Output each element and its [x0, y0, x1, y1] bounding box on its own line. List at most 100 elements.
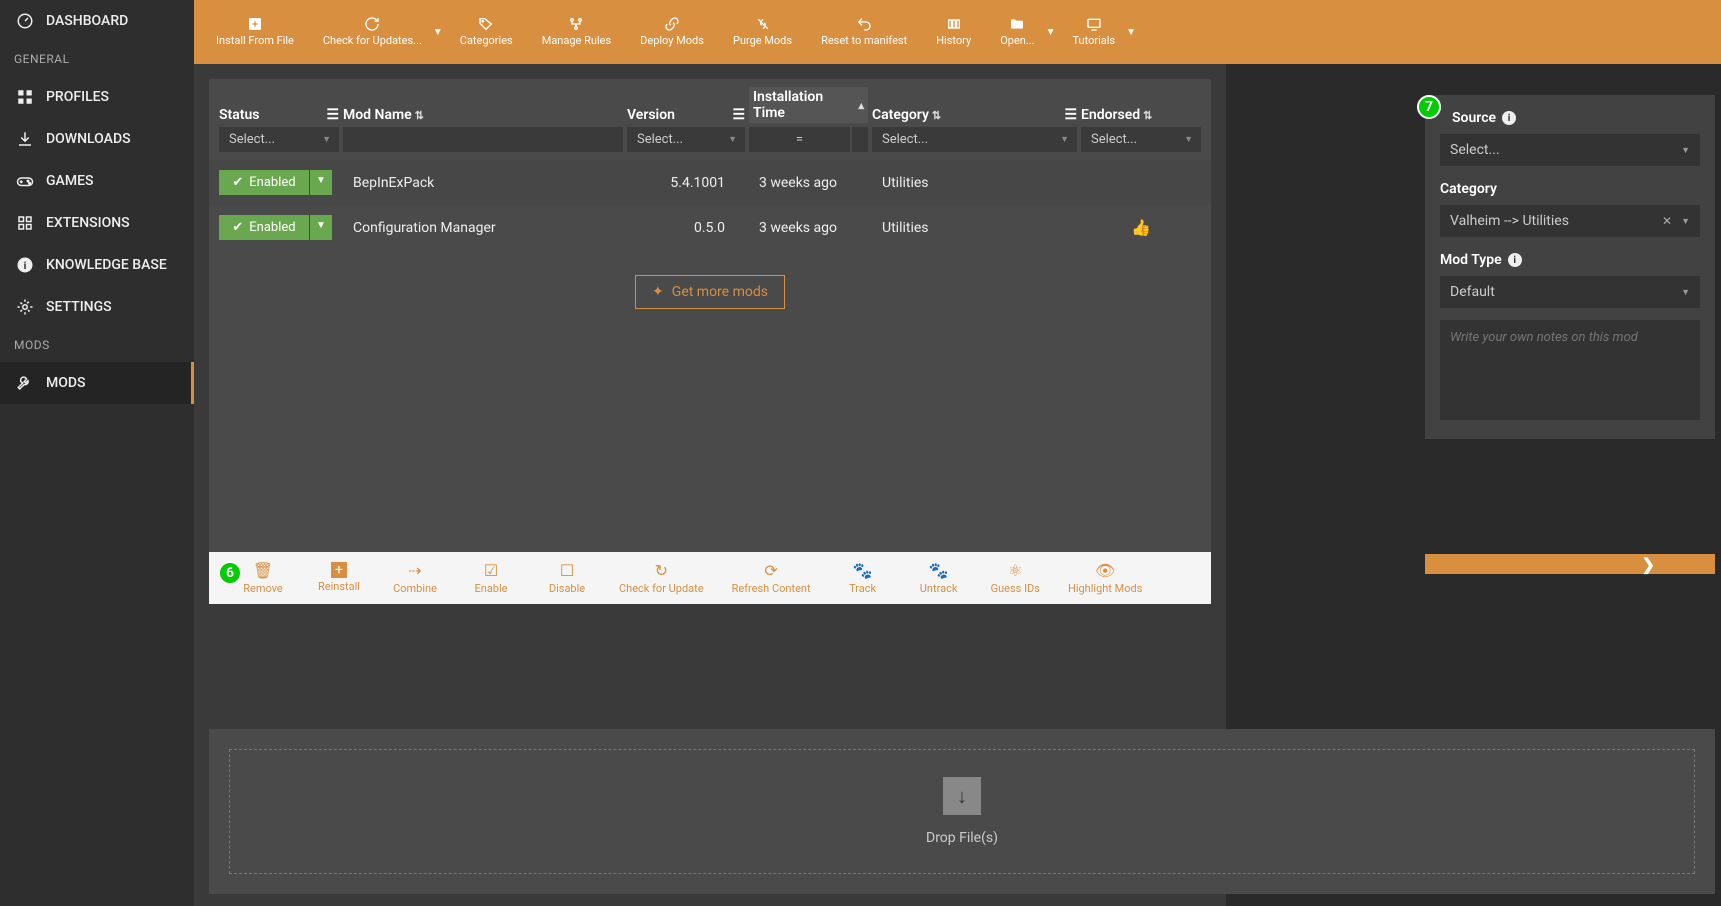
sidebar-item-mods[interactable]: MODS: [0, 362, 194, 404]
filter-modname[interactable]: [343, 127, 623, 152]
action-enable[interactable]: ☑Enable: [467, 561, 515, 595]
sort-icon[interactable]: ⇅: [932, 109, 941, 122]
chevron-down-icon[interactable]: ▼: [1126, 27, 1136, 38]
topbar-check-updates[interactable]: Check for Updates...: [311, 11, 434, 52]
topbar-reset-manifest[interactable]: Reset to manifest: [809, 11, 919, 52]
mod-endorsed[interactable]: 👍: [1081, 218, 1201, 237]
tag-icon: [478, 16, 494, 32]
sidebar-item-label: SETTINGS: [46, 299, 112, 315]
filter-installtime: =: [749, 127, 868, 152]
action-highlight-mods[interactable]: 👁Highlight Mods: [1068, 561, 1142, 595]
info-icon[interactable]: i: [1502, 111, 1516, 125]
eye-icon: 👁: [1095, 561, 1115, 580]
action-track[interactable]: 🐾Track: [839, 561, 887, 595]
thumbs-up-icon: 👍: [1131, 218, 1151, 237]
sidebar-item-label: KNOWLEDGE BASE: [46, 257, 167, 273]
filter-version[interactable]: Select...: [627, 127, 745, 152]
col-category[interactable]: Category⇅☰: [872, 107, 1077, 123]
mods-panel: Status☰ Mod Name⇅ Version☰ Installation …: [209, 79, 1211, 604]
status-badge[interactable]: ✔Enabled: [219, 215, 309, 240]
chevron-down-icon[interactable]: ▼: [1046, 27, 1056, 38]
paw-icon: 🐾: [853, 561, 873, 580]
refresh-icon: ↻: [655, 561, 668, 580]
table-row[interactable]: ✔Enabled ▼ Configuration Manager 0.5.0 3…: [209, 205, 1211, 250]
annotation-marker-6: 6: [218, 561, 242, 585]
col-version[interactable]: Version☰: [627, 107, 745, 123]
chevron-down-icon[interactable]: ▼: [433, 27, 443, 38]
check-icon: ✔: [232, 220, 243, 235]
topbar-open[interactable]: Open...: [988, 11, 1046, 52]
drop-panel: ↓ Drop File(s): [209, 729, 1715, 894]
drop-zone[interactable]: ↓ Drop File(s): [229, 749, 1695, 874]
notes-textarea[interactable]: [1440, 320, 1700, 420]
topbar-deploy-mods[interactable]: Deploy Mods: [628, 11, 716, 52]
status-dropdown[interactable]: ▼: [310, 215, 332, 240]
sidebar-item-settings[interactable]: SETTINGS: [0, 286, 194, 328]
filter-time-operator[interactable]: =: [749, 127, 850, 152]
drop-label: Drop File(s): [926, 830, 998, 846]
filter-status[interactable]: Select...: [219, 127, 339, 152]
action-remove[interactable]: 🗑Remove: [239, 561, 287, 595]
status-badge[interactable]: ✔Enabled: [219, 170, 309, 195]
filter-row: Select... Select... = Select... Select..…: [209, 127, 1211, 160]
source-select[interactable]: Select...: [1440, 134, 1700, 166]
category-label: Category: [1440, 181, 1700, 197]
col-modname[interactable]: Mod Name⇅: [343, 107, 623, 123]
sidebar-general-header: GENERAL: [0, 42, 194, 76]
wrench-icon: [16, 374, 34, 392]
action-combine[interactable]: ⇢Combine: [391, 561, 439, 595]
modtype-select[interactable]: Default: [1440, 276, 1700, 308]
sidebar-item-profiles[interactable]: PROFILES: [0, 76, 194, 118]
sidebar-item-knowledge[interactable]: i KNOWLEDGE BASE: [0, 244, 194, 286]
download-icon: [16, 130, 34, 148]
action-untrack[interactable]: 🐾Untrack: [915, 561, 963, 595]
sidebar-item-downloads[interactable]: DOWNLOADS: [0, 118, 194, 160]
history-icon: [946, 16, 962, 32]
action-disable[interactable]: ☐Disable: [543, 561, 591, 595]
sidebar: DASHBOARD GENERAL PROFILES DOWNLOADS GAM…: [0, 0, 194, 906]
filter-category[interactable]: Select...: [872, 127, 1077, 152]
topbar-purge-mods[interactable]: Purge Mods: [721, 11, 804, 52]
sidebar-item-label: EXTENSIONS: [46, 215, 130, 231]
right-panel: Source i Select... Category Valheim --> …: [1425, 95, 1715, 439]
action-guess-ids[interactable]: ⚛Guess IDs: [991, 561, 1040, 595]
topbar-install-from-file[interactable]: Install From File: [204, 11, 306, 52]
action-refresh-content[interactable]: ⟳Refresh Content: [732, 561, 811, 595]
atom-icon: ⚛: [1008, 561, 1022, 580]
list-icon[interactable]: ☰: [732, 107, 745, 123]
check-box-icon: ☑: [484, 561, 498, 580]
col-endorsed[interactable]: Endorsed⇅: [1081, 107, 1201, 123]
sort-icon[interactable]: ⇅: [1143, 109, 1152, 122]
clear-icon[interactable]: ✕: [1662, 214, 1672, 228]
sidebar-dashboard[interactable]: DASHBOARD: [0, 0, 194, 42]
topbar-manage-rules[interactable]: Manage Rules: [530, 11, 623, 52]
get-more-mods-button[interactable]: ✦ Get more mods: [635, 275, 785, 309]
column-headers: Status☰ Mod Name⇅ Version☰ Installation …: [209, 79, 1211, 127]
sidebar-item-extensions[interactable]: EXTENSIONS: [0, 202, 194, 244]
sidebar-item-label: PROFILES: [46, 89, 109, 105]
gear-icon: [16, 298, 34, 316]
topbar-categories[interactable]: Categories: [448, 11, 525, 52]
action-reinstall[interactable]: +Reinstall: [315, 562, 363, 593]
topbar-tutorials[interactable]: Tutorials: [1060, 11, 1127, 52]
col-status[interactable]: Status☰: [219, 107, 339, 123]
col-installtime[interactable]: Installation Time▴: [749, 87, 868, 123]
modtype-label: Mod Type i: [1440, 252, 1700, 268]
list-icon[interactable]: ☰: [1064, 107, 1077, 123]
info-icon[interactable]: i: [1508, 253, 1522, 267]
status-dropdown[interactable]: ▼: [310, 170, 332, 195]
sort-asc-icon[interactable]: ▴: [858, 99, 864, 112]
sidebar-mods-header: MODS: [0, 328, 194, 362]
topbar-history[interactable]: History: [924, 11, 983, 52]
action-check-update[interactable]: ↻Check for Update: [619, 561, 704, 595]
category-select[interactable]: Valheim --> Utilities✕: [1440, 205, 1700, 237]
filter-endorsed[interactable]: Select...: [1081, 127, 1201, 152]
sort-icon[interactable]: ⇅: [415, 109, 424, 122]
sidebar-item-games[interactable]: GAMES: [0, 160, 194, 202]
expand-strip[interactable]: [1425, 554, 1715, 574]
table-row[interactable]: ✔Enabled ▼ BepInExPack 5.4.1001 3 weeks …: [209, 160, 1211, 205]
list-icon[interactable]: ☰: [326, 107, 339, 123]
filter-time-value[interactable]: [852, 127, 868, 152]
source-label: Source i: [1440, 110, 1700, 126]
extensions-icon: [16, 214, 34, 232]
